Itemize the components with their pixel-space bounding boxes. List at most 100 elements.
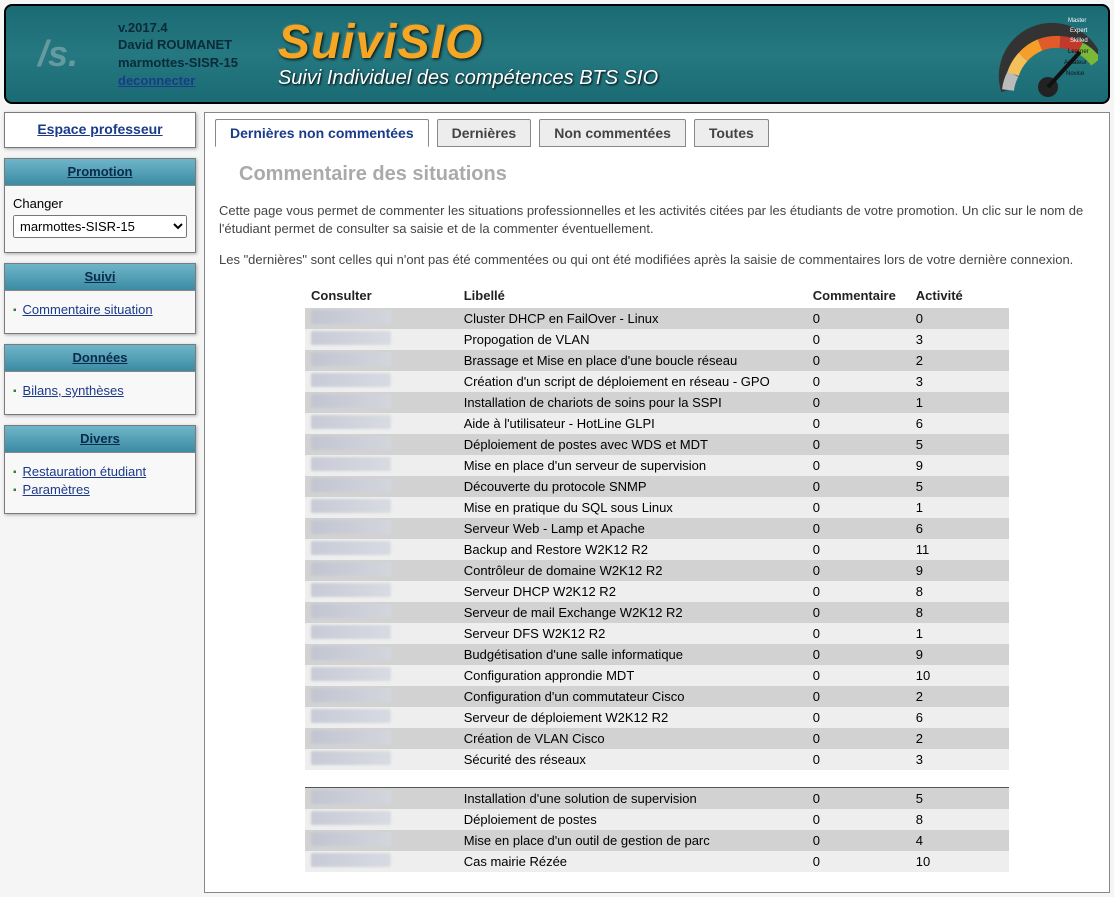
cell-consulter[interactable] [305,518,458,539]
divers-head[interactable]: Divers [80,431,120,446]
cell-consulter[interactable] [305,371,458,392]
cell-consulter[interactable] [305,455,458,476]
cell-consulter[interactable] [305,851,458,872]
cell-activite: 2 [910,728,1009,749]
cell-consulter[interactable] [305,329,458,350]
cell-consulter[interactable] [305,809,458,830]
cell-commentaire: 0 [807,644,910,665]
tab-toutes[interactable]: Toutes [694,119,769,147]
cell-consulter[interactable] [305,788,458,810]
table-row: Serveur DHCP W2K12 R208 [305,581,1009,602]
cell-consulter[interactable] [305,707,458,728]
sidebar-espace-professeur: Espace professeur [4,112,196,148]
cell-commentaire: 0 [807,371,910,392]
cell-consulter[interactable] [305,581,458,602]
table-row: Contrôleur de domaine W2K12 R209 [305,560,1009,581]
sidebar-item-parametres[interactable]: Paramètres [23,482,90,497]
cell-commentaire: 0 [807,308,910,329]
table-row: Configuration approndie MDT010 [305,665,1009,686]
cell-consulter[interactable] [305,665,458,686]
cell-commentaire: 0 [807,329,910,350]
cell-activite: 8 [910,602,1009,623]
cell-consulter[interactable] [305,686,458,707]
page-desc-1: Cette page vous permet de commenter les … [219,202,1095,237]
sidebar-suivi: Suivi Commentaire situation [4,263,196,334]
table-row: Aide à l'utilisateur - HotLine GLPI06 [305,413,1009,434]
cell-commentaire: 0 [807,455,910,476]
cell-commentaire: 0 [807,623,910,644]
col-consulter: Consulter [305,283,458,308]
cell-libelle: Mise en place d'un outil de gestion de p… [458,830,807,851]
cell-consulter[interactable] [305,392,458,413]
title-block: SuiviSIO Suivi Individuel des compétence… [278,19,658,90]
cell-commentaire: 0 [807,581,910,602]
cell-commentaire: 0 [807,560,910,581]
table-row: Sécurité des réseaux03 [305,749,1009,770]
situations-table: Consulter Libellé Commentaire Activité C… [305,283,1009,873]
col-libelle: Libellé [458,283,807,308]
cell-commentaire: 0 [807,350,910,371]
cell-commentaire: 0 [807,851,910,872]
cell-activite: 6 [910,518,1009,539]
cell-consulter[interactable] [305,413,458,434]
cell-consulter[interactable] [305,308,458,329]
cell-activite: 2 [910,350,1009,371]
cell-commentaire: 0 [807,707,910,728]
cell-libelle: Brassage et Mise en place d'une boucle r… [458,350,807,371]
cell-consulter[interactable] [305,644,458,665]
cell-consulter[interactable] [305,560,458,581]
promotion-select[interactable]: marmottes-SISR-15 [13,215,187,238]
svg-text:Master: Master [1068,18,1086,24]
cell-consulter[interactable] [305,749,458,770]
table-row: Création d'un script de déploiement en r… [305,371,1009,392]
table-row: Déploiement de postes08 [305,809,1009,830]
cell-commentaire: 0 [807,602,910,623]
cell-activite: 9 [910,560,1009,581]
table-row: Déploiement de postes avec WDS et MDT05 [305,434,1009,455]
cell-libelle: Sécurité des réseaux [458,749,807,770]
espace-professeur-link[interactable]: Espace professeur [37,121,162,137]
sidebar-item-bilans[interactable]: Bilans, synthèses [23,383,124,398]
sidebar-donnees: Données Bilans, synthèses [4,344,196,415]
cell-libelle: Backup and Restore W2K12 R2 [458,539,807,560]
version-text: v.2017.4 [118,19,238,37]
cell-consulter[interactable] [305,623,458,644]
cell-libelle: Installation de chariots de soins pour l… [458,392,807,413]
cell-activite: 6 [910,707,1009,728]
logo-mark: /s. [18,24,98,84]
table-row: Propogation de VLAN03 [305,329,1009,350]
cell-libelle: Serveur DHCP W2K12 R2 [458,581,807,602]
cell-libelle: Serveur de mail Exchange W2K12 R2 [458,602,807,623]
suivi-head[interactable]: Suivi [84,269,115,284]
table-header-row: Consulter Libellé Commentaire Activité [305,283,1009,308]
cell-activite: 8 [910,581,1009,602]
cell-libelle: Budgétisation d'une salle informatique [458,644,807,665]
promotion-head[interactable]: Promotion [68,164,133,179]
cell-commentaire: 0 [807,497,910,518]
cell-activite: 8 [910,809,1009,830]
cell-consulter[interactable] [305,476,458,497]
sidebar-divers: Divers Restauration étudiant Paramètres [4,425,196,514]
gauge-icon: Master Expert Skilled Learner Amateur No… [998,12,1098,100]
tab-dernieres-non-commentees[interactable]: Dernières non commentées [215,119,429,147]
cell-libelle: Déploiement de postes avec WDS et MDT [458,434,807,455]
sidebar-promotion: Promotion Changer marmottes-SISR-15 [4,158,196,253]
cell-consulter[interactable] [305,728,458,749]
tab-non-commentees[interactable]: Non commentées [539,119,686,147]
sidebar-item-restauration[interactable]: Restauration étudiant [23,464,147,479]
cell-consulter[interactable] [305,434,458,455]
table-row: Découverte du protocole SNMP05 [305,476,1009,497]
donnees-head[interactable]: Données [73,350,128,365]
cell-activite: 10 [910,665,1009,686]
table-row: Configuration d'un commutateur Cisco02 [305,686,1009,707]
tab-dernieres[interactable]: Dernières [437,119,532,147]
cell-consulter[interactable] [305,539,458,560]
sidebar-item-commentaire-situation[interactable]: Commentaire situation [23,302,153,317]
logout-link[interactable]: deconnecter [118,73,195,88]
cell-consulter[interactable] [305,602,458,623]
cell-consulter[interactable] [305,830,458,851]
cell-consulter[interactable] [305,497,458,518]
cell-activite: 1 [910,497,1009,518]
table-row: Installation de chariots de soins pour l… [305,392,1009,413]
cell-consulter[interactable] [305,350,458,371]
